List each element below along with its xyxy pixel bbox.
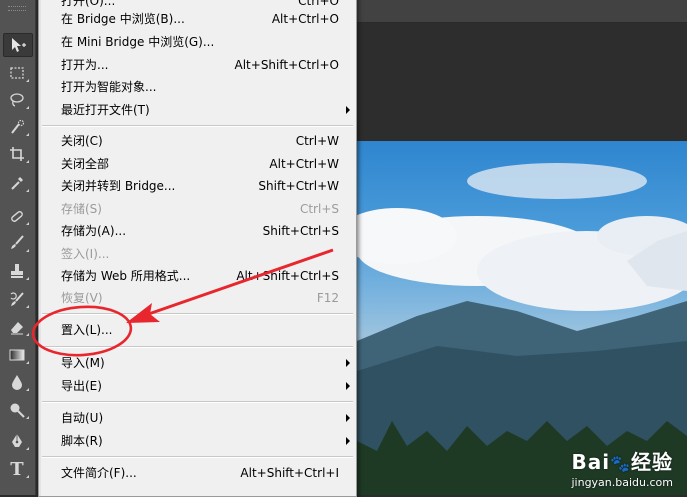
document-image[interactable]: Bai🐾经验 jingyan.baidu.com [357,141,687,495]
crop-tool-icon[interactable] [3,143,31,165]
menu-separator [42,313,353,315]
watermark-brand-left: Bai [571,450,611,474]
menu-separator [42,346,353,348]
menu-item-close-and-go-to-bridge[interactable]: 关闭并转到 Bridge... Shift+Ctrl+W [39,175,356,197]
baidu-watermark: Bai🐾经验 jingyan.baidu.com [571,446,673,489]
eyedropper-tool-icon[interactable] [3,172,31,194]
tools-panel: T [0,0,36,495]
menu-item-open-as[interactable]: 打开为... Alt+Shift+Ctrl+O [39,54,356,76]
type-tool-icon[interactable]: T [3,458,31,480]
clone-stamp-tool-icon[interactable] [3,260,31,282]
menu-item-browse-in-mini-bridge[interactable]: 在 Mini Bridge 中浏览(G)... [39,31,356,53]
dodge-tool-icon[interactable] [3,399,31,421]
brush-tool-icon[interactable] [3,232,31,254]
menu-item-save-for-web[interactable]: 存储为 Web 所用格式... Alt+Shift+Ctrl+S [39,265,356,287]
submenu-arrow-icon [346,437,350,445]
submenu-arrow-icon [346,359,350,367]
menu-item-save-as[interactable]: 存储为(A)... Shift+Ctrl+S [39,220,356,242]
healing-brush-tool-icon[interactable] [3,205,31,227]
move-tool-icon[interactable] [3,33,33,57]
blur-tool-icon[interactable] [3,371,31,393]
submenu-arrow-icon [346,414,350,422]
paw-logo-icon: 🐾 [610,454,631,473]
history-brush-tool-icon[interactable] [3,288,31,310]
watermark-url: jingyan.baidu.com [571,476,673,489]
menu-item-export[interactable]: 导出(E) [39,375,356,397]
menu-item-open-as-smart-object[interactable]: 打开为智能对象... [39,76,356,98]
eraser-tool-icon[interactable] [3,316,31,338]
menu-separator [42,401,353,403]
quick-selection-tool-icon[interactable] [3,116,31,138]
menu-separator [42,456,353,458]
watermark-brand-right: 经验 [631,450,673,474]
document-tab-strip [357,0,687,23]
menu-item-place[interactable]: 置入(L)... [39,319,356,341]
menu-item-scripts[interactable]: 脚本(R) [39,430,356,452]
lasso-tool-icon[interactable] [3,89,31,111]
menu-item-close-all[interactable]: 关闭全部 Alt+Ctrl+W [39,153,356,175]
menu-item-save: 存储(S) Ctrl+S [61,202,339,216]
file-menu-dropdown: 打开(O)... Ctrl+O 在 Bridge 中浏览(B)... Alt+C… [38,0,357,497]
menu-item-open-recent[interactable]: 最近打开文件(T) [39,99,356,121]
submenu-arrow-icon [346,382,350,390]
menu-item-close[interactable]: 关闭(C) Ctrl+W [39,130,356,152]
menu-item-revert: 恢复(V) F12 [61,291,339,305]
submenu-arrow-icon [346,106,350,114]
menu-item-browse-in-bridge[interactable]: 在 Bridge 中浏览(B)... Alt+Ctrl+O [39,8,356,30]
mountain-landscape-image [357,163,687,495]
menu-item-automate[interactable]: 自动(U) [39,407,356,429]
menu-item-check-in: 签入(I)... [61,247,110,261]
pen-tool-icon[interactable] [3,430,31,452]
gradient-tool-icon[interactable] [3,344,31,366]
menu-separator [42,125,353,127]
panel-grip[interactable] [8,6,26,11]
menu-item-import[interactable]: 导入(M) [39,352,356,374]
type-tool-glyph: T [10,458,24,480]
marquee-tool-icon[interactable] [3,62,31,84]
menu-item-file-info[interactable]: 文件简介(F)... Alt+Shift+Ctrl+I [39,462,356,484]
